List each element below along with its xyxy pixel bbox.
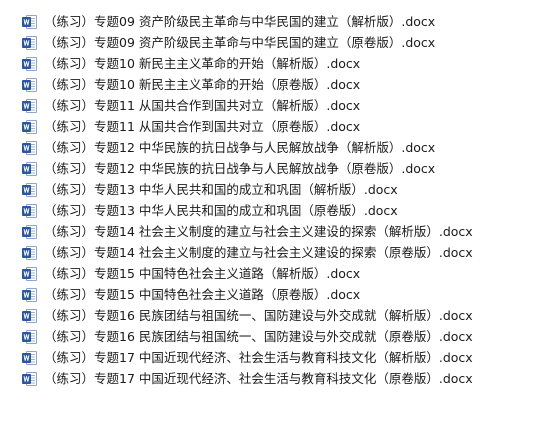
word-document-icon [22, 371, 37, 386]
file-item[interactable]: （练习）专题10 新民主主义革命的开始（解析版）.docx [22, 53, 522, 74]
word-document-icon [22, 329, 37, 344]
word-document-icon [22, 98, 37, 113]
file-item[interactable]: （练习）专题14 社会主义制度的建立与社会主义建设的探索（原卷版）.docx [22, 242, 522, 263]
file-item-name: （练习）专题11 从国共合作到国共对立（原卷版）.docx [44, 119, 361, 134]
word-document-icon [22, 119, 37, 134]
file-item-name: （练习）专题14 社会主义制度的建立与社会主义建设的探索（原卷版）.docx [44, 245, 473, 260]
file-item-name: （练习）专题12 中华民族的抗日战争与人民解放战争（解析版）.docx [44, 140, 436, 155]
file-item[interactable]: （练习）专题13 中华人民共和国的成立和巩固（解析版）.docx [22, 179, 522, 200]
file-item[interactable]: （练习）专题12 中华民族的抗日战争与人民解放战争（原卷版）.docx [22, 158, 522, 179]
file-item-name: （练习）专题13 中华人民共和国的成立和巩固（解析版）.docx [44, 182, 398, 197]
word-document-icon [22, 35, 37, 50]
file-item-name: （练习）专题16 民族团结与祖国统一、国防建设与外交成就（解析版）.docx [44, 308, 473, 323]
file-item[interactable]: （练习）专题14 社会主义制度的建立与社会主义建设的探索（解析版）.docx [22, 221, 522, 242]
file-item-name: （练习）专题10 新民主主义革命的开始（解析版）.docx [44, 56, 361, 71]
word-document-icon [22, 182, 37, 197]
file-item-name: （练习）专题12 中华民族的抗日战争与人民解放战争（原卷版）.docx [44, 161, 436, 176]
word-document-icon [22, 203, 37, 218]
file-item[interactable]: （练习）专题15 中国特色社会主义道路（解析版）.docx [22, 263, 522, 284]
file-item-name: （练习）专题11 从国共合作到国共对立（解析版）.docx [44, 98, 361, 113]
file-item[interactable]: （练习）专题12 中华民族的抗日战争与人民解放战争（解析版）.docx [22, 137, 522, 158]
word-document-icon [22, 161, 37, 176]
word-document-icon [22, 77, 37, 92]
file-item[interactable]: （练习）专题17 中国近现代经济、社会生活与教育科技文化（解析版）.docx [22, 347, 522, 368]
word-document-icon [22, 140, 37, 155]
file-item-name: （练习）专题10 新民主主义革命的开始（原卷版）.docx [44, 77, 361, 92]
file-item[interactable]: （练习）专题15 中国特色社会主义道路（原卷版）.docx [22, 284, 522, 305]
file-item-name: （练习）专题17 中国近现代经济、社会生活与教育科技文化（原卷版）.docx [44, 371, 473, 386]
file-item-name: （练习）专题14 社会主义制度的建立与社会主义建设的探索（解析版）.docx [44, 224, 473, 239]
word-document-icon [22, 350, 37, 365]
file-item-name: （练习）专题15 中国特色社会主义道路（原卷版）.docx [44, 287, 361, 302]
word-document-icon [22, 224, 37, 239]
file-item[interactable]: （练习）专题09 资产阶级民主革命与中华民国的建立（解析版）.docx [22, 11, 522, 32]
file-item-name: （练习）专题13 中华人民共和国的成立和巩固（原卷版）.docx [44, 203, 398, 218]
word-document-icon [22, 287, 37, 302]
word-document-icon [22, 56, 37, 71]
word-document-icon [22, 266, 37, 281]
file-item[interactable]: （练习）专题16 民族团结与祖国统一、国防建设与外交成就（解析版）.docx [22, 305, 522, 326]
file-item-name: （练习）专题09 资产阶级民主革命与中华民国的建立（原卷版）.docx [44, 35, 436, 50]
file-item-name: （练习）专题15 中国特色社会主义道路（解析版）.docx [44, 266, 361, 281]
file-item[interactable]: （练习）专题09 资产阶级民主革命与中华民国的建立（原卷版）.docx [22, 32, 522, 53]
file-item[interactable]: （练习）专题16 民族团结与祖国统一、国防建设与外交成就（原卷版）.docx [22, 326, 522, 347]
word-document-icon [22, 14, 37, 29]
file-item-name: （练习）专题17 中国近现代经济、社会生活与教育科技文化（解析版）.docx [44, 350, 473, 365]
file-list: （练习）专题09 资产阶级民主革命与中华民国的建立（解析版）.docx （练习）专… [22, 11, 522, 389]
word-document-icon [22, 245, 37, 260]
file-item[interactable]: （练习）专题17 中国近现代经济、社会生活与教育科技文化（原卷版）.docx [22, 368, 522, 389]
file-item-name: （练习）专题16 民族团结与祖国统一、国防建设与外交成就（原卷版）.docx [44, 329, 473, 344]
file-item[interactable]: （练习）专题10 新民主主义革命的开始（原卷版）.docx [22, 74, 522, 95]
file-item-name: （练习）专题09 资产阶级民主革命与中华民国的建立（解析版）.docx [44, 14, 436, 29]
word-document-icon [22, 308, 37, 323]
file-item[interactable]: （练习）专题11 从国共合作到国共对立（原卷版）.docx [22, 116, 522, 137]
file-item[interactable]: （练习）专题13 中华人民共和国的成立和巩固（原卷版）.docx [22, 200, 522, 221]
file-list-pane: （练习）专题09 资产阶级民主革命与中华民国的建立（解析版）.docx （练习）专… [0, 0, 537, 434]
file-item[interactable]: （练习）专题11 从国共合作到国共对立（解析版）.docx [22, 95, 522, 116]
